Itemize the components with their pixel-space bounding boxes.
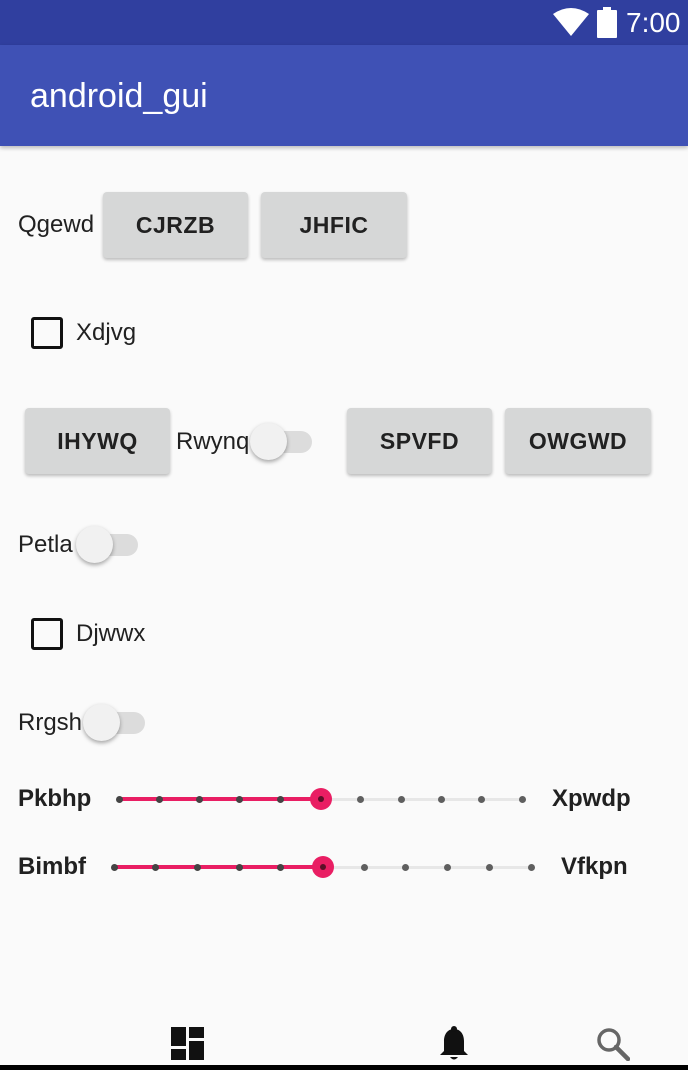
spvfd-button[interactable]: SPVFD	[347, 408, 492, 474]
slider-tick	[444, 864, 452, 871]
slider-tick	[276, 796, 284, 803]
slider-tick	[115, 796, 123, 803]
slider-tick	[397, 796, 405, 803]
slider-tick	[155, 796, 163, 803]
search-icon[interactable]	[596, 1027, 630, 1061]
slider-tick	[357, 796, 365, 803]
slider-thumb[interactable]	[309, 788, 332, 810]
slider-tick	[437, 796, 445, 803]
notifications-icon[interactable]	[438, 1026, 470, 1064]
rwynq-switch[interactable]	[250, 421, 314, 461]
xdjvg-checkbox[interactable]	[31, 317, 63, 349]
slider-tick	[518, 796, 526, 803]
rrgsh-label: Rrgsh	[18, 709, 83, 736]
slider-tick	[193, 864, 201, 871]
jhfic-button[interactable]: JHFIC	[261, 192, 407, 258]
xdjvg-label: Xdjvg	[76, 319, 137, 346]
switch-thumb	[83, 704, 120, 741]
slider-tick	[277, 864, 285, 871]
switch-thumb	[250, 423, 287, 460]
pkbhp-label: Pkbhp	[18, 785, 92, 812]
slider-tick	[152, 864, 160, 871]
slider-tick	[196, 796, 204, 803]
slider-tick	[478, 796, 486, 803]
bimbf-label: Bimbf	[18, 853, 86, 880]
status-bar: 7:00	[0, 0, 688, 45]
slider-tick	[360, 864, 368, 871]
slider-tick	[485, 864, 493, 871]
petla-label: Petla	[18, 531, 73, 558]
slider-tick	[236, 796, 244, 803]
app-bar: android_gui	[0, 45, 688, 146]
cjrzb-button[interactable]: CJRZB	[103, 192, 248, 258]
rwynq-label: Rwynq	[176, 428, 250, 455]
dashboard-icon[interactable]	[171, 1027, 204, 1060]
djwwx-label: Djwwx	[76, 620, 146, 647]
petla-switch[interactable]	[76, 524, 140, 564]
rrgsh-switch[interactable]	[83, 702, 147, 742]
switch-thumb	[76, 526, 113, 563]
bimbf-vfkpn-slider[interactable]	[110, 847, 535, 887]
status-time: 7:00	[626, 7, 681, 38]
slider-track-fill	[119, 797, 321, 801]
xpwdp-label: Xpwdp	[552, 785, 631, 812]
ihywq-button[interactable]: IHYWQ	[25, 408, 170, 474]
wifi-icon	[553, 8, 589, 36]
app-title: android_gui	[30, 77, 208, 115]
slider-thumb[interactable]	[311, 856, 334, 878]
slider-tick	[527, 864, 535, 871]
slider-tick	[235, 864, 243, 871]
navigation-bar-edge	[0, 1065, 688, 1070]
owgwd-button[interactable]: OWGWD	[505, 408, 651, 474]
vfkpn-label: Vfkpn	[561, 853, 628, 880]
battery-icon	[597, 7, 617, 38]
slider-tick	[402, 864, 410, 871]
pkbhp-xpwdp-slider[interactable]	[115, 779, 526, 819]
bottom-navigation	[0, 1010, 688, 1070]
djwwx-checkbox[interactable]	[31, 618, 63, 650]
slider-tick	[110, 864, 118, 871]
slider-track-fill	[114, 865, 323, 869]
qgewd-label: Qgewd	[18, 211, 95, 238]
